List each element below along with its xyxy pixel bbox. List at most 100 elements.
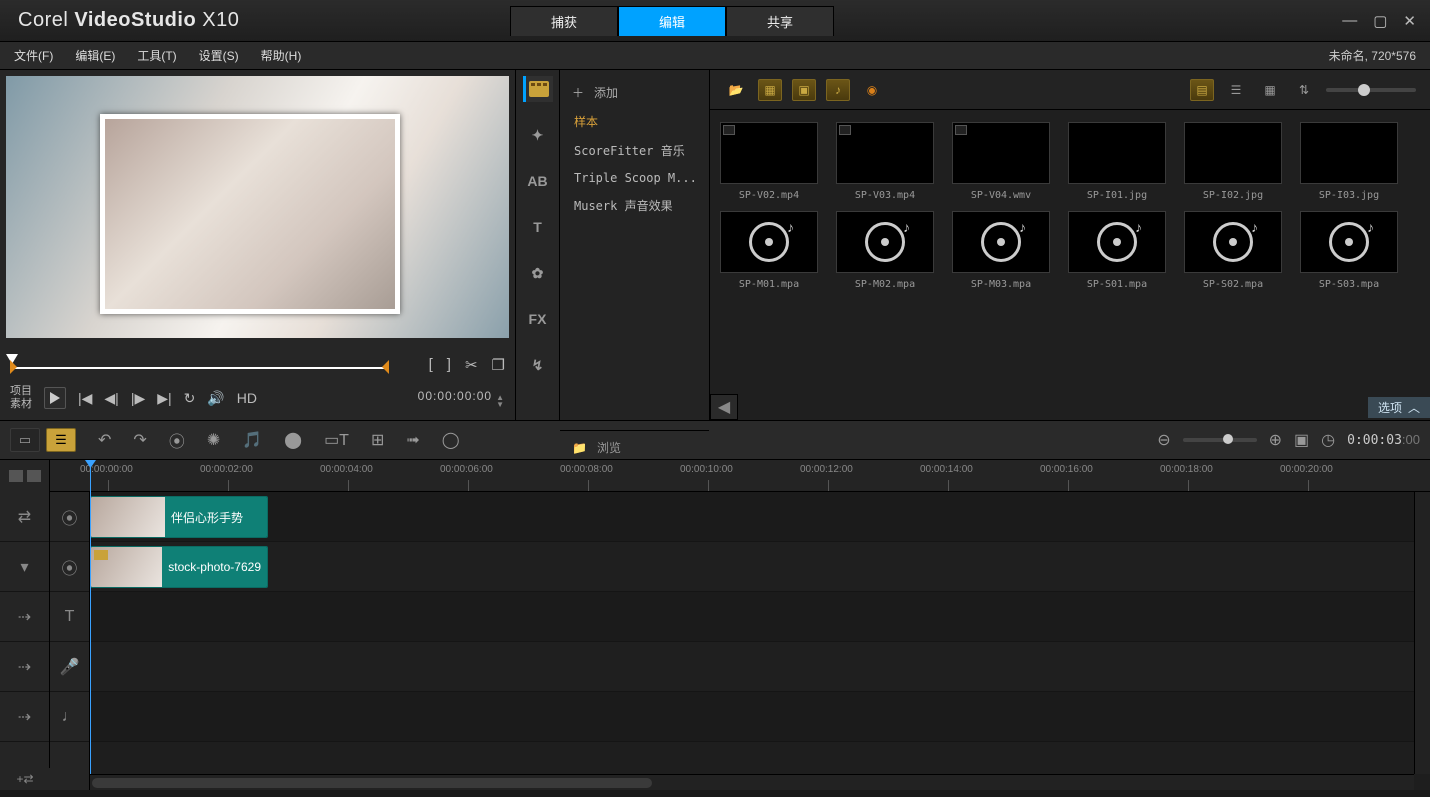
filter-audio-icon[interactable]: ♪: [826, 79, 850, 101]
mark-out-handle[interactable]: [382, 360, 389, 374]
hd-toggle[interactable]: HD: [237, 390, 257, 406]
category-muserk[interactable]: Muserk 声音效果: [560, 191, 709, 220]
track-control-header[interactable]: [0, 460, 49, 492]
split-clip-icon[interactable]: ✂: [465, 356, 478, 374]
title-track-icon[interactable]: T: [50, 592, 89, 642]
music-track-icon[interactable]: ♩: [50, 692, 89, 742]
auto-music-icon[interactable]: 🎵: [242, 430, 262, 450]
clip-1[interactable]: 伴侣心形手势: [90, 496, 268, 538]
libtab-instant-icon[interactable]: ✦: [523, 122, 553, 148]
library-item[interactable]: ♪SP-S02.mpa: [1184, 211, 1282, 290]
libtab-media-icon[interactable]: [523, 76, 553, 102]
menu-help[interactable]: 帮助(H): [261, 47, 302, 64]
overlay-track-icon[interactable]: ⦿: [50, 542, 89, 592]
library-item[interactable]: ♪SP-M01.mpa: [720, 211, 818, 290]
volume-icon[interactable]: 🔊: [207, 390, 224, 407]
view-list-icon[interactable]: ☰: [1224, 79, 1248, 101]
mark-in-handle[interactable]: [10, 360, 17, 374]
lane-title[interactable]: [90, 592, 1414, 642]
zoom-slider[interactable]: [1183, 438, 1257, 442]
libtab-filter-icon[interactable]: FX: [523, 306, 553, 332]
add-track-button[interactable]: +⇄: [0, 768, 50, 790]
speed-icon[interactable]: ➟: [406, 430, 419, 450]
sort-icon[interactable]: ⇅: [1292, 79, 1316, 101]
menu-tools[interactable]: 工具(T): [137, 47, 176, 64]
maximize-icon[interactable]: ▢: [1373, 12, 1387, 30]
tab-edit[interactable]: 编辑: [618, 6, 726, 36]
filter-photo-icon[interactable]: ▣: [792, 79, 816, 101]
filter-disc-icon[interactable]: ◉: [860, 79, 884, 101]
subtitle-icon[interactable]: ▭T: [324, 430, 349, 450]
category-scorefitter[interactable]: ScoreFitter 音乐: [560, 136, 709, 165]
lib-scroll-left-icon[interactable]: ◀: [710, 394, 738, 420]
library-item[interactable]: SP-I02.jpg: [1184, 122, 1282, 201]
mark-out-button[interactable]: ]: [447, 356, 451, 374]
track-link-icon[interactable]: ⇢: [0, 592, 49, 642]
library-item[interactable]: ♪SP-S03.mpa: [1300, 211, 1398, 290]
filter-video-icon[interactable]: ▦: [758, 79, 782, 101]
clock-icon[interactable]: ◷: [1321, 430, 1335, 450]
lane-video[interactable]: 伴侣心形手势: [90, 492, 1414, 542]
library-item[interactable]: SP-I01.jpg: [1068, 122, 1166, 201]
go-end-icon[interactable]: ▶|: [157, 390, 171, 407]
track-motion-icon[interactable]: ⬤: [284, 430, 302, 450]
open-folder-icon[interactable]: 📂: [724, 79, 748, 101]
voice-track-icon[interactable]: 🎤: [50, 642, 89, 692]
track-link2-icon[interactable]: ⇢: [0, 642, 49, 692]
libtab-title-icon[interactable]: T: [523, 214, 553, 240]
storyboard-view-icon[interactable]: ▭: [10, 428, 40, 452]
timeline-playhead[interactable]: [90, 460, 91, 790]
play-button[interactable]: [44, 387, 66, 409]
undo-icon[interactable]: ↶: [98, 430, 111, 450]
scrubber-track[interactable]: [10, 367, 385, 369]
close-icon[interactable]: ✕: [1403, 12, 1416, 30]
thumb-size-slider[interactable]: [1326, 88, 1416, 92]
timeline-timecode[interactable]: 0:00:03:000:00:03:00: [1347, 432, 1420, 448]
view-thumb-icon[interactable]: ▤: [1190, 79, 1214, 101]
preview-mode-labels[interactable]: 项目 素材: [10, 385, 32, 411]
lane-music[interactable]: [90, 692, 1414, 742]
track-dropdown-icon[interactable]: ▾: [0, 542, 49, 592]
menu-file[interactable]: 文件(F): [14, 47, 53, 64]
pan-zoom-icon[interactable]: ◯: [442, 430, 460, 450]
category-triplescoop[interactable]: Triple Scoop M...: [560, 165, 709, 191]
libtab-graphic-icon[interactable]: ✿: [523, 260, 553, 286]
tab-share[interactable]: 共享: [726, 6, 834, 36]
library-item[interactable]: ♪SP-M02.mpa: [836, 211, 934, 290]
menu-settings[interactable]: 设置(S): [199, 47, 239, 64]
timeline-ruler[interactable]: 00:00:00:0000:00:02:0000:00:04:0000:00:0…: [50, 460, 1430, 492]
redo-icon[interactable]: ↷: [133, 430, 146, 450]
libtab-path-icon[interactable]: ↯: [523, 352, 553, 378]
clip-2[interactable]: stock-photo-7629: [90, 546, 268, 588]
timeline-vscroll[interactable]: [1414, 492, 1430, 774]
fit-project-icon[interactable]: ▣: [1294, 430, 1309, 450]
libtab-transition-icon[interactable]: AB: [523, 168, 553, 194]
track-manager-icon[interactable]: ⇄: [0, 492, 49, 542]
lane-overlay[interactable]: stock-photo-7629: [90, 542, 1414, 592]
preview-scrubber[interactable]: [ ] ✂ ❐: [10, 356, 505, 380]
multi-trim-icon[interactable]: ❐: [492, 356, 505, 374]
menu-edit[interactable]: 编辑(E): [75, 47, 115, 64]
multi-cam-icon[interactable]: ⊞: [371, 430, 384, 450]
loop-icon[interactable]: ↻: [184, 390, 196, 407]
tab-capture[interactable]: 捕获: [510, 6, 618, 36]
timeline-hscroll[interactable]: [90, 774, 1414, 790]
video-track-icon[interactable]: ⦿: [50, 492, 89, 542]
step-back-icon[interactable]: ◀|: [104, 390, 118, 407]
record-icon[interactable]: ⦿: [169, 428, 185, 452]
audio-mixer-icon[interactable]: ✺: [207, 430, 220, 450]
track-link3-icon[interactable]: ⇢: [0, 692, 49, 742]
library-item[interactable]: SP-I03.jpg: [1300, 122, 1398, 201]
view-grid-icon[interactable]: ▦: [1258, 79, 1282, 101]
add-folder-button[interactable]: ＋ 添加: [560, 78, 709, 107]
timeline-view-icon[interactable]: ☰: [46, 428, 76, 452]
zoom-out-icon[interactable]: ⊖: [1157, 430, 1170, 450]
step-fwd-icon[interactable]: |▶: [131, 390, 145, 407]
library-item[interactable]: ♪SP-M03.mpa: [952, 211, 1050, 290]
timeline-lanes[interactable]: 伴侣心形手势 stock-photo-7629: [90, 492, 1414, 774]
zoom-in-icon[interactable]: ⊕: [1269, 430, 1282, 450]
options-button[interactable]: 选项︿: [1368, 397, 1430, 418]
library-item[interactable]: SP-V04.wmv: [952, 122, 1050, 201]
mark-in-button[interactable]: [: [429, 356, 433, 374]
library-item[interactable]: SP-V03.mp4: [836, 122, 934, 201]
